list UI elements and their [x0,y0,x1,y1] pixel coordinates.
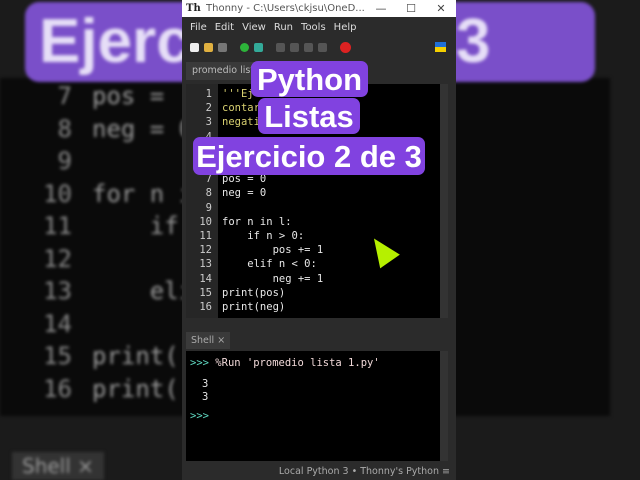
code-line: 8 neg = 0 [186,187,267,201]
code-line: 14 neg += 1 [186,273,323,287]
editor-scrollbar[interactable] [440,84,448,318]
background-code-text: for n i [92,179,194,208]
code-line: 13 elif n < 0: [186,258,317,272]
background-code-text: print( [92,374,179,403]
menu-view[interactable]: View [242,22,266,33]
stop-icon[interactable] [340,41,351,53]
code-line: 16 print(neg) [186,301,285,315]
background-code-text: eli [92,277,194,305]
menu-help[interactable]: Help [334,22,357,33]
debug-icon[interactable] [254,42,263,52]
code-line: 10 for n in l: [186,215,292,230]
thonny-logo-icon: Th [186,2,201,14]
code-line: 15 print(pos) [186,287,285,301]
run-icon[interactable] [240,42,249,52]
line-number: 15 [199,286,212,299]
step-over-icon[interactable] [276,42,285,52]
tab-shell[interactable]: Shell × [186,332,231,349]
shell-console[interactable]: >>> %Run 'promedio lista 1.py' 3 3 >>> [186,351,448,461]
background-line-number: 13 [43,277,72,305]
background-code-line: 7 pos = [0,82,165,110]
background-line-number: 15 [43,342,72,370]
shell-command: %Run 'promedio lista 1.py' [215,357,380,369]
background-code-line: 16 print( [0,375,179,403]
overlay-title-listas: Listas [258,98,360,134]
background-line-number: 12 [43,244,72,273]
shell-output: 3 [202,378,209,390]
toolbar [182,37,456,57]
menu-run[interactable]: Run [274,22,293,33]
background-code-line: 8 neg = 0 [0,114,194,143]
title-bar: Th Thonny - C:\Users\ckjsu\OneD... — ☐ ✕ [182,0,456,17]
shell-prompt: >>> [190,357,209,369]
maximize-button[interactable]: ☐ [396,2,426,15]
step-into-icon[interactable] [290,42,299,52]
background-code-line: 9 [0,147,92,175]
shell-command-line: >>> %Run 'promedio lista 1.py' [190,357,380,369]
shell-output: 3 [202,391,209,403]
new-file-icon[interactable] [190,42,199,52]
line-number: 1 [205,88,212,100]
code-line: 12 pos += 1 [186,244,323,258]
line-number: 14 [199,272,212,285]
background-line-number: 10 [43,179,72,208]
background-code-line: 11 if [0,212,179,240]
menu-file[interactable]: File [190,22,207,33]
code-text: pos += 1 [222,244,324,257]
line-number: 11 [199,230,212,242]
line-number: 3 [205,116,212,129]
code-text: print(neg) [222,301,286,313]
line-number: 8 [205,187,212,200]
code-text: print(pos) [222,286,286,299]
ukraine-flag-icon [435,42,446,52]
menu-edit[interactable]: Edit [215,22,234,33]
close-button[interactable]: ✕ [426,2,456,15]
background-code-text: print( [92,342,179,370]
background-shell-tab: Shell × [12,452,104,480]
shell-prompt: >>> [190,410,209,422]
minimize-button[interactable]: — [366,2,396,15]
menu-tools[interactable]: Tools [301,22,326,33]
menu-bar: File Edit View Run Tools Help [182,17,456,37]
background-line-number: 9 [57,147,72,175]
line-number: 16 [199,301,212,313]
line-number: 12 [199,244,212,257]
background-code-line: 15 print( [0,342,179,370]
code-text: elif n < 0: [222,258,317,271]
background-code-line: 12 [0,245,92,273]
window-title: Thonny - C:\Users\ckjsu\OneD... [206,3,365,14]
line-number: 9 [205,201,212,214]
code-line: 7 pos = 0 [186,173,267,187]
overlay-title-exercise: Ejercicio 2 de 3 [193,137,425,175]
background-line-number: 11 [43,212,72,240]
background-line-number: 14 [43,309,72,338]
background-code-line: 10 for n i [0,180,193,208]
background-line-number: 8 [57,114,72,143]
background-code-line: 13 eli [0,277,193,305]
code-text: neg = 0 [222,187,267,200]
open-file-icon[interactable] [204,42,213,52]
line-number: 13 [199,258,212,271]
resume-icon[interactable] [318,42,327,52]
code-line: 11 if n > 0: [186,230,304,244]
step-out-icon[interactable] [304,42,313,52]
background-code-line: 14 [0,310,92,338]
background-code-text: pos = [92,82,165,110]
code-text: neg += 1 [222,272,324,285]
code-line: 1 '''Ej [186,88,254,102]
save-icon[interactable] [218,42,227,52]
overlay-title-python: Python [251,61,368,97]
background-line-number: 16 [43,374,72,403]
status-bar-interpreter[interactable]: Local Python 3 • Thonny's Python ≡ [182,463,456,480]
background-code-text: if [92,212,179,240]
code-text: if n > 0: [222,230,305,242]
code-text: '''Ej [222,88,254,100]
code-line: 9 [186,202,222,216]
line-number: 10 [199,215,212,228]
code-text: for n in l: [222,215,292,228]
line-number: 2 [205,102,212,115]
shell-scrollbar[interactable] [440,351,448,461]
background-code-text: neg = 0 [92,114,194,143]
background-line-number: 7 [57,82,72,110]
